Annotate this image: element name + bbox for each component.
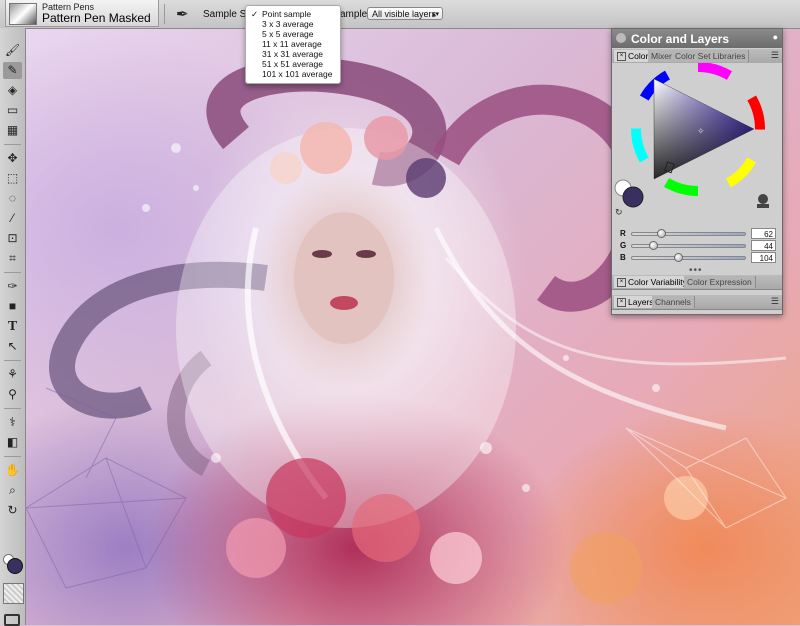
transform-icon[interactable]: ⊡ [3,230,22,247]
rect-select-icon[interactable]: ⬚ [3,170,22,187]
menu-item-5x5[interactable]: 5 x 5 average [246,29,340,39]
toolbox-divider [4,144,21,145]
toolbox-divider [4,408,21,409]
color-tab-row: × Color Mixer Color Set Libraries ☰ [612,49,782,64]
sample-layers-value: All visible layers [372,9,437,19]
color-and-layers-panel: Color and Layers ● × Color Mixer Color Se… [611,28,783,315]
brush-variant-label: Pattern Pen Masked [42,11,151,25]
tab-color-variability[interactable]: × Color Variability [614,276,691,288]
chevron-updown-icon: ▴▾ [431,11,439,18]
svg-text:↻: ↻ [615,208,623,218]
red-value[interactable]: 62 [751,228,776,239]
menu-item-label: 31 x 31 average [262,49,323,59]
menu-item-label: 11 x 11 average [262,39,322,49]
tab-label: Color Variability [628,277,687,287]
blue-value[interactable]: 104 [751,252,776,263]
checkmark-icon: ✓ [251,9,259,19]
green-value[interactable]: 44 [751,240,776,251]
brush-selector[interactable]: Pattern Pens Pattern Pen Masked [5,0,159,27]
toolbox: 🖌 ✎ ◈ ▭ ▦ ✥ ⬚ ◌ ⁄ ⊡ ⌗ ✑ ■ T ↖ ⚘ ⚲ ⚕ ◧ ✋ … [0,28,26,626]
rotate-page-icon[interactable]: ↻ [3,502,22,519]
paint-bucket-icon[interactable]: ◈ [3,82,22,99]
menu-item-label: Point sample [262,9,312,19]
green-thumb[interactable] [649,241,659,250]
menu-item-11x11[interactable]: 11 x 11 average [246,39,340,49]
blender-icon[interactable]: ⚲ [3,386,22,403]
tab-layers[interactable]: × Layers [614,296,658,308]
menu-item-31x31[interactable]: 31 x 31 average [246,49,340,59]
pen-icon[interactable]: ✑ [3,278,22,295]
dropper-icon[interactable]: ✎ [3,62,22,79]
red-track[interactable] [631,232,746,236]
stamp-icon[interactable]: ▦ [3,122,22,139]
tab-color-expression[interactable]: Color Expression [684,276,756,288]
close-icon[interactable]: × [617,278,626,288]
close-icon[interactable] [616,33,626,43]
red-label: R [620,229,626,238]
close-icon[interactable]: × [617,298,626,308]
blue-label: B [620,253,626,262]
tab-menu-icon[interactable]: ☰ [771,50,779,61]
tab-color[interactable]: × Color [614,50,653,62]
color-wheel[interactable]: ✧ ↻ [612,62,782,221]
property-bar: Pattern Pens Pattern Pen Masked ✒ Sample… [0,0,800,29]
menu-item-51x51[interactable]: 51 x 51 average [246,59,340,69]
menu-item-label: 3 x 3 average [262,19,314,29]
blue-thumb[interactable] [674,253,684,262]
panel-options-icon[interactable]: ● [773,32,778,42]
variability-tab-row: × Color Variability Color Expression [612,275,782,290]
main-color-swatch[interactable] [7,558,23,574]
shape-icon[interactable]: ■ [3,298,22,315]
tab-label: Color [628,51,649,61]
screen-mode-icon[interactable] [4,614,20,626]
toolbar-separator [164,4,165,24]
green-label: G [620,241,627,250]
panel-title: Color and Layers [631,32,730,46]
red-slider[interactable]: R 62 [617,228,777,240]
green-track[interactable] [631,244,746,248]
panel-title-bar[interactable]: Color and Layers ● [612,29,782,48]
text-icon[interactable]: T [3,318,22,335]
svg-text:✧: ✧ [697,127,705,137]
menu-item-label: 51 x 51 average [262,59,323,69]
toolbox-divider [4,360,21,361]
menu-item-label: 5 x 5 average [262,29,314,39]
menu-item-3x3[interactable]: 3 x 3 average [246,19,340,29]
close-icon[interactable]: × [617,52,626,62]
dropper-tool-icon[interactable]: ✒ [176,5,189,23]
blue-track[interactable] [631,256,746,260]
cloner-icon[interactable]: ⚘ [3,366,22,383]
color-wheel-area: ✧ ↻ [612,62,782,221]
green-slider[interactable]: G 44 [617,240,777,252]
sample-layers-label: ample: [340,9,371,20]
tab-color-set-libraries[interactable]: Color Set Libraries [672,50,750,62]
crop-icon[interactable]: ⌗ [3,250,22,267]
move-icon[interactable]: ✥ [3,150,22,167]
brush-variant-thumbnail [9,3,37,25]
toolbox-divider [4,456,21,457]
rubber-stamp-icon[interactable]: ◧ [3,434,22,451]
red-thumb[interactable] [656,229,666,238]
dodge-icon[interactable]: ⚕ [3,414,22,431]
magnifier-icon[interactable]: ⌕ [3,482,22,499]
menu-item-point-sample[interactable]: ✓ Point sample [246,9,340,19]
blue-slider[interactable]: B 104 [617,252,777,264]
lasso-icon[interactable]: ◌ [3,190,22,207]
magic-wand-icon[interactable]: ⁄ [3,210,22,227]
tab-channels[interactable]: Channels [652,296,695,308]
grabber-icon[interactable]: ✋ [3,462,22,479]
tab-label: Layers [628,297,654,307]
sample-layers-select[interactable]: All visible layers ▴▾ [367,7,443,20]
paper-texture-selector[interactable] [3,583,24,604]
menu-item-label: 101 x 101 average [262,69,333,79]
brush-icon[interactable]: 🖌 [3,42,22,59]
layers-tab-row: × Layers Channels ☰ [612,295,782,310]
selection-arrow-icon[interactable]: ↖ [3,338,22,355]
sample-size-menu: ✓ Point sample 3 x 3 average 5 x 5 avera… [245,5,341,84]
toolbox-divider [4,272,21,273]
eraser-icon[interactable]: ▭ [3,102,22,119]
menu-item-101x101[interactable]: 101 x 101 average [246,69,340,79]
tab-menu-icon[interactable]: ☰ [771,296,779,307]
